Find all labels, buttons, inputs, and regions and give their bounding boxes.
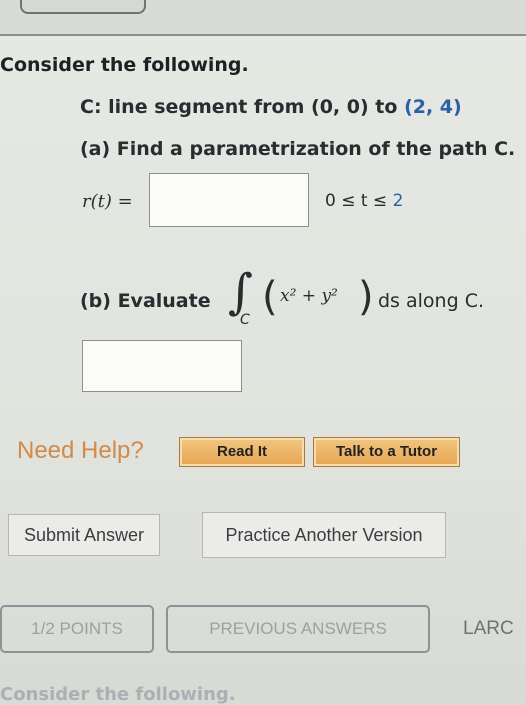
points-badge: 1/2 POINTS bbox=[0, 605, 154, 653]
integral-suffix: ds along C. bbox=[378, 290, 484, 312]
path-prefix: C: line segment from bbox=[80, 96, 305, 118]
partial-label: LARC bbox=[463, 618, 514, 639]
need-help-label: Need Help? bbox=[17, 437, 144, 464]
t-range: 0 ≤ t ≤ 2 bbox=[325, 191, 403, 211]
range-prefix: 0 ≤ t ≤ bbox=[325, 191, 388, 211]
section-divider bbox=[0, 34, 526, 36]
talk-to-tutor-button[interactable]: Talk to a Tutor bbox=[313, 437, 460, 467]
part-b-answer-input[interactable] bbox=[82, 340, 242, 392]
integral-subscript: C bbox=[240, 312, 250, 328]
to-word: to bbox=[375, 96, 398, 118]
start-point: (0, 0) bbox=[311, 96, 369, 118]
practice-version-button[interactable]: Practice Another Version bbox=[202, 512, 446, 558]
faded-intro-text: Consider the following. bbox=[0, 684, 236, 705]
part-b-question: (b) Evaluate bbox=[80, 290, 211, 312]
end-point: (2, 4) bbox=[404, 96, 462, 118]
top-tab bbox=[20, 0, 146, 14]
submit-answer-button[interactable]: Submit Answer bbox=[8, 514, 160, 556]
range-upper: 2 bbox=[392, 191, 404, 211]
rt-label: r(t) = bbox=[82, 191, 133, 212]
rt-answer-input[interactable] bbox=[149, 173, 309, 227]
previous-answers-button[interactable]: PREVIOUS ANSWERS bbox=[166, 605, 430, 653]
integrand: x² + y² bbox=[280, 286, 338, 306]
part-a-question: (a) Find a parametrization of the path C… bbox=[80, 138, 516, 160]
right-paren: ) bbox=[358, 274, 374, 320]
line-integral: ∫ C ( x² + y² ) ds along C. bbox=[228, 264, 498, 334]
path-description: C: line segment from (0, 0) to (2, 4) bbox=[80, 96, 462, 118]
intro-text: Consider the following. bbox=[0, 54, 249, 76]
read-it-button[interactable]: Read It bbox=[179, 437, 305, 467]
page-background bbox=[0, 36, 526, 700]
left-paren: ( bbox=[262, 274, 278, 320]
